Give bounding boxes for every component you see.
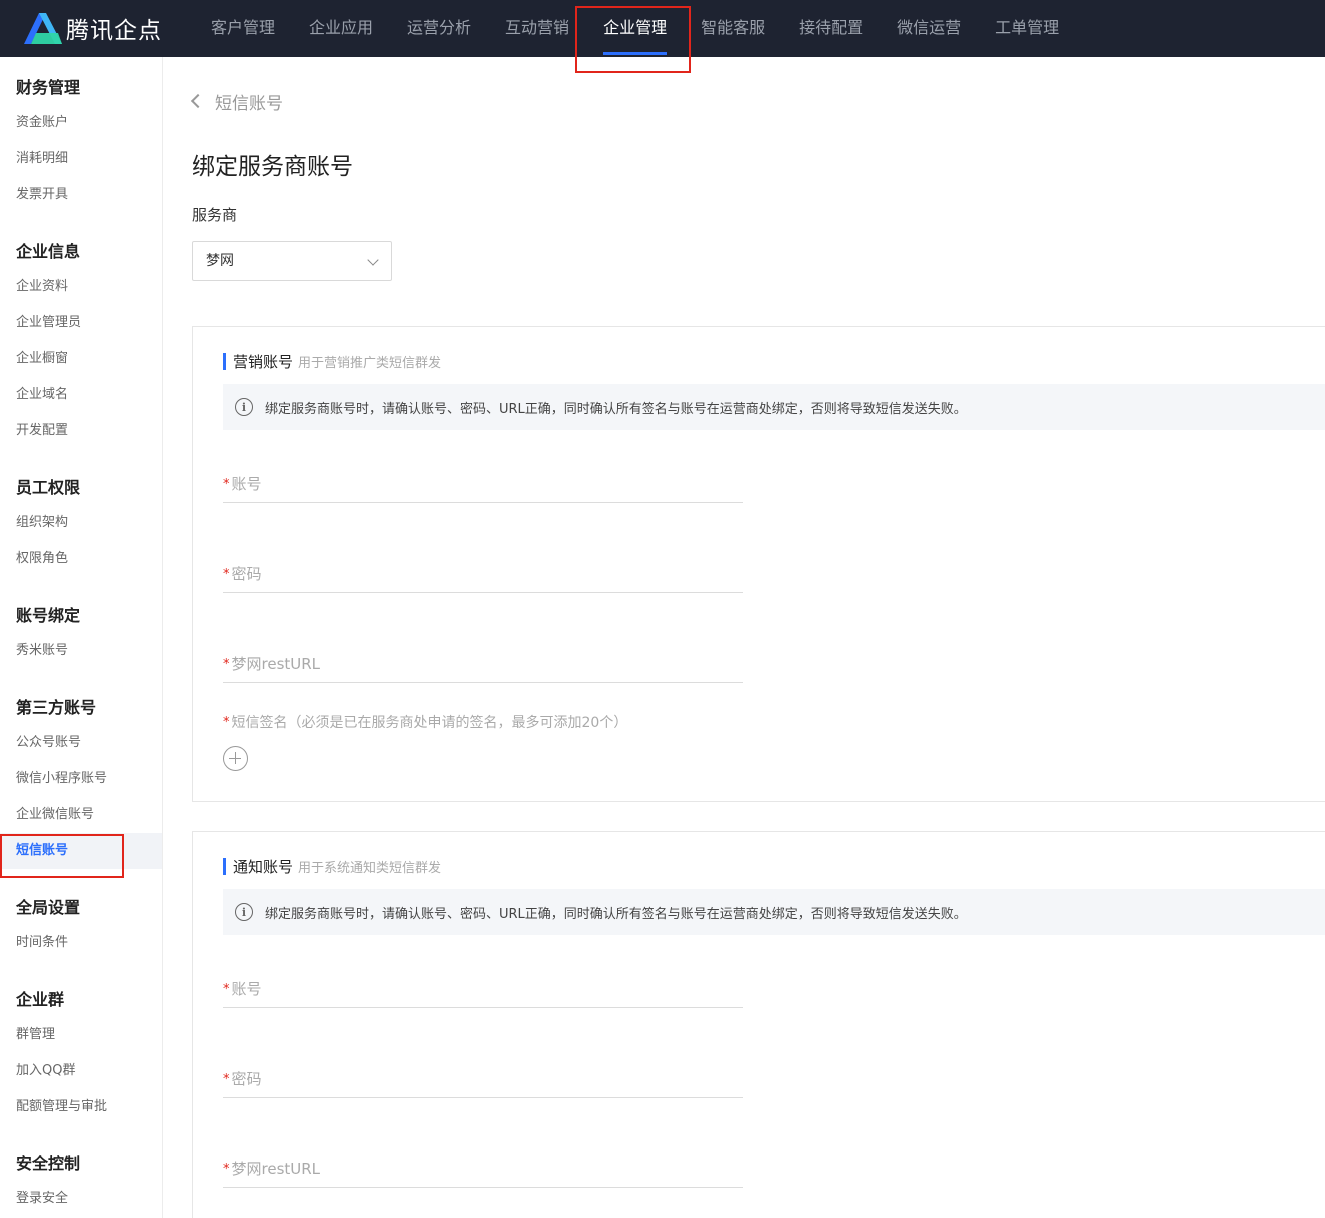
sidebar-item-invoice[interactable]: 发票开具 (0, 177, 162, 213)
sidebar-item-enterprise-showcase[interactable]: 企业橱窗 (0, 341, 162, 377)
sidebar-item-enterprise-admin[interactable]: 企业管理员 (0, 305, 162, 341)
provider-select[interactable]: 梦网 (192, 241, 392, 281)
notification-account-placeholder: 账号 (231, 980, 262, 998)
required-mark: * (223, 982, 230, 997)
topnav-interactive-marketing[interactable]: 互动营销 (488, 0, 586, 57)
sidebar-item-org-structure[interactable]: 组织架构 (0, 505, 162, 541)
marketing-account-card: 营销账号 用于营销推广类短信群发 i 绑定服务商账号时，请确认账号、密码、URL… (192, 326, 1325, 802)
marketing-notice-text: 绑定服务商账号时，请确认账号、密码、URL正确，同时确认所有签名与账号在运营商处… (265, 401, 967, 417)
sidebar-item-permission-role[interactable]: 权限角色 (0, 541, 162, 577)
provider-select-value: 梦网 (206, 253, 234, 269)
sidebar-item-wecom-account[interactable]: 企业微信账号 (0, 797, 162, 833)
sidebar-group-enterprise-info: 企业信息 (16, 242, 81, 261)
notification-notice: i 绑定服务商账号时，请确认账号、密码、URL正确，同时确认所有签名与账号在运营… (223, 889, 1325, 935)
notification-card-subtitle: 用于系统通知类短信群发 (298, 860, 442, 876)
main-content: 短信账号 绑定服务商账号 服务商 梦网 营销账号 用于营销推广类短信群发 i 绑… (163, 57, 1325, 1218)
sidebar-item-group-management[interactable]: 群管理 (0, 1017, 162, 1053)
marketing-card-header: 营销账号 用于营销推广类短信群发 (223, 351, 441, 371)
marketing-card-subtitle: 用于营销推广类短信群发 (298, 355, 442, 371)
notification-card-header: 通知账号 用于系统通知类短信群发 (223, 856, 441, 876)
notification-card-title: 通知账号 (233, 857, 294, 876)
marketing-password-input[interactable]: * 密码 (223, 563, 743, 593)
notification-notice-text: 绑定服务商账号时，请确认账号、密码、URL正确，同时确认所有签名与账号在运营商处… (265, 906, 967, 922)
sidebar-group-finance: 财务管理 (16, 78, 81, 97)
info-circle-icon: i (235, 903, 253, 921)
provider-label: 服务商 (192, 206, 238, 224)
sidebar-item-dev-config[interactable]: 开发配置 (0, 413, 162, 449)
back-label: 短信账号 (215, 93, 283, 114)
chevron-down-icon (367, 254, 379, 266)
marketing-signature-label: * 短信签名（必须是已在服务商处申请的签名，最多可添加20个） (223, 712, 627, 732)
required-mark: * (223, 567, 230, 582)
topnav-wechat-operation[interactable]: 微信运营 (880, 0, 978, 57)
marketing-card-title: 营销账号 (233, 352, 294, 371)
notification-password-input[interactable]: * 密码 (223, 1068, 743, 1098)
sidebar-item-join-qq-group[interactable]: 加入QQ群 (0, 1053, 162, 1089)
add-signature-button[interactable] (223, 746, 248, 771)
notification-account-input[interactable]: * 账号 (223, 978, 743, 1008)
sidebar-group-third-party: 第三方账号 (16, 698, 97, 717)
notification-url-placeholder: 梦网restURL (231, 1160, 321, 1178)
marketing-signature-text: 短信签名（必须是已在服务商处申请的签名，最多可添加20个） (231, 715, 628, 731)
topnav-enterprise-management[interactable]: 企业管理 (586, 0, 684, 57)
sidebar-item-mini-program[interactable]: 微信小程序账号 (0, 761, 162, 797)
marketing-notice: i 绑定服务商账号时，请确认账号、密码、URL正确，同时确认所有签名与账号在运营… (223, 384, 1325, 430)
notification-account-card: 通知账号 用于系统通知类短信群发 i 绑定服务商账号时，请确认账号、密码、URL… (192, 831, 1325, 1218)
notification-password-placeholder: 密码 (231, 1070, 262, 1088)
sidebar-item-time-condition[interactable]: 时间条件 (0, 925, 162, 961)
app-logo[interactable]: 腾讯企点 (22, 10, 162, 46)
marketing-account-input[interactable]: * 账号 (223, 473, 743, 503)
required-mark: * (223, 1162, 230, 1177)
topnav-smart-service[interactable]: 智能客服 (684, 0, 782, 57)
required-mark: * (223, 477, 230, 492)
sidebar: 财务管理 资金账户 消耗明细 发票开具 企业信息 企业资料 企业管理员 企业橱窗… (0, 57, 163, 1218)
section-bar-accent (223, 352, 226, 370)
sidebar-group-security: 安全控制 (16, 1154, 81, 1173)
chevron-left-icon (190, 93, 206, 109)
required-mark: * (223, 715, 230, 730)
tencent-qidian-logo-icon (24, 13, 62, 44)
required-mark: * (223, 657, 230, 672)
topnav-reception-config[interactable]: 接待配置 (782, 0, 880, 57)
sidebar-item-official-account[interactable]: 公众号账号 (0, 725, 162, 761)
topnav-operation-analysis[interactable]: 运营分析 (390, 0, 488, 57)
app-name: 腾讯企点 (66, 18, 162, 44)
sidebar-item-consumption-detail[interactable]: 消耗明细 (0, 141, 162, 177)
topnav-ticket-management[interactable]: 工单管理 (978, 0, 1076, 57)
sidebar-item-xiumi-account[interactable]: 秀米账号 (0, 633, 162, 669)
top-nav-tabs: 客户管理 企业应用 运营分析 互动营销 企业管理 智能客服 接待配置 微信运营 … (194, 0, 1076, 57)
top-navigation-bar: 腾讯企点 客户管理 企业应用 运营分析 互动营销 企业管理 智能客服 接待配置 … (0, 0, 1325, 57)
sidebar-item-fund-account[interactable]: 资金账户 (0, 105, 162, 141)
topnav-customer-management[interactable]: 客户管理 (194, 0, 292, 57)
sidebar-group-staff-permission: 员工权限 (16, 478, 81, 497)
marketing-password-placeholder: 密码 (231, 565, 262, 583)
marketing-account-placeholder: 账号 (231, 475, 262, 493)
sidebar-group-account-binding: 账号绑定 (16, 606, 81, 625)
section-bar-accent (223, 857, 226, 875)
back-link[interactable]: 短信账号 (190, 90, 283, 114)
required-mark: * (223, 1072, 230, 1087)
page-title: 绑定服务商账号 (192, 154, 353, 180)
sidebar-group-global-settings: 全局设置 (16, 898, 81, 917)
sidebar-item-enterprise-domain[interactable]: 企业域名 (0, 377, 162, 413)
sidebar-item-quota-approval[interactable]: 配额管理与审批 (0, 1089, 162, 1125)
info-circle-icon: i (235, 398, 253, 416)
sidebar-item-login-security[interactable]: 登录安全 (0, 1181, 162, 1217)
sidebar-group-enterprise-group: 企业群 (16, 990, 65, 1009)
marketing-url-input[interactable]: * 梦网restURL (223, 653, 743, 683)
marketing-url-placeholder: 梦网restURL (231, 655, 321, 673)
notification-url-input[interactable]: * 梦网restURL (223, 1158, 743, 1188)
sidebar-item-enterprise-profile[interactable]: 企业资料 (0, 269, 162, 305)
topnav-enterprise-apps[interactable]: 企业应用 (292, 0, 390, 57)
sidebar-item-sms-account[interactable]: 短信账号 (0, 833, 162, 869)
